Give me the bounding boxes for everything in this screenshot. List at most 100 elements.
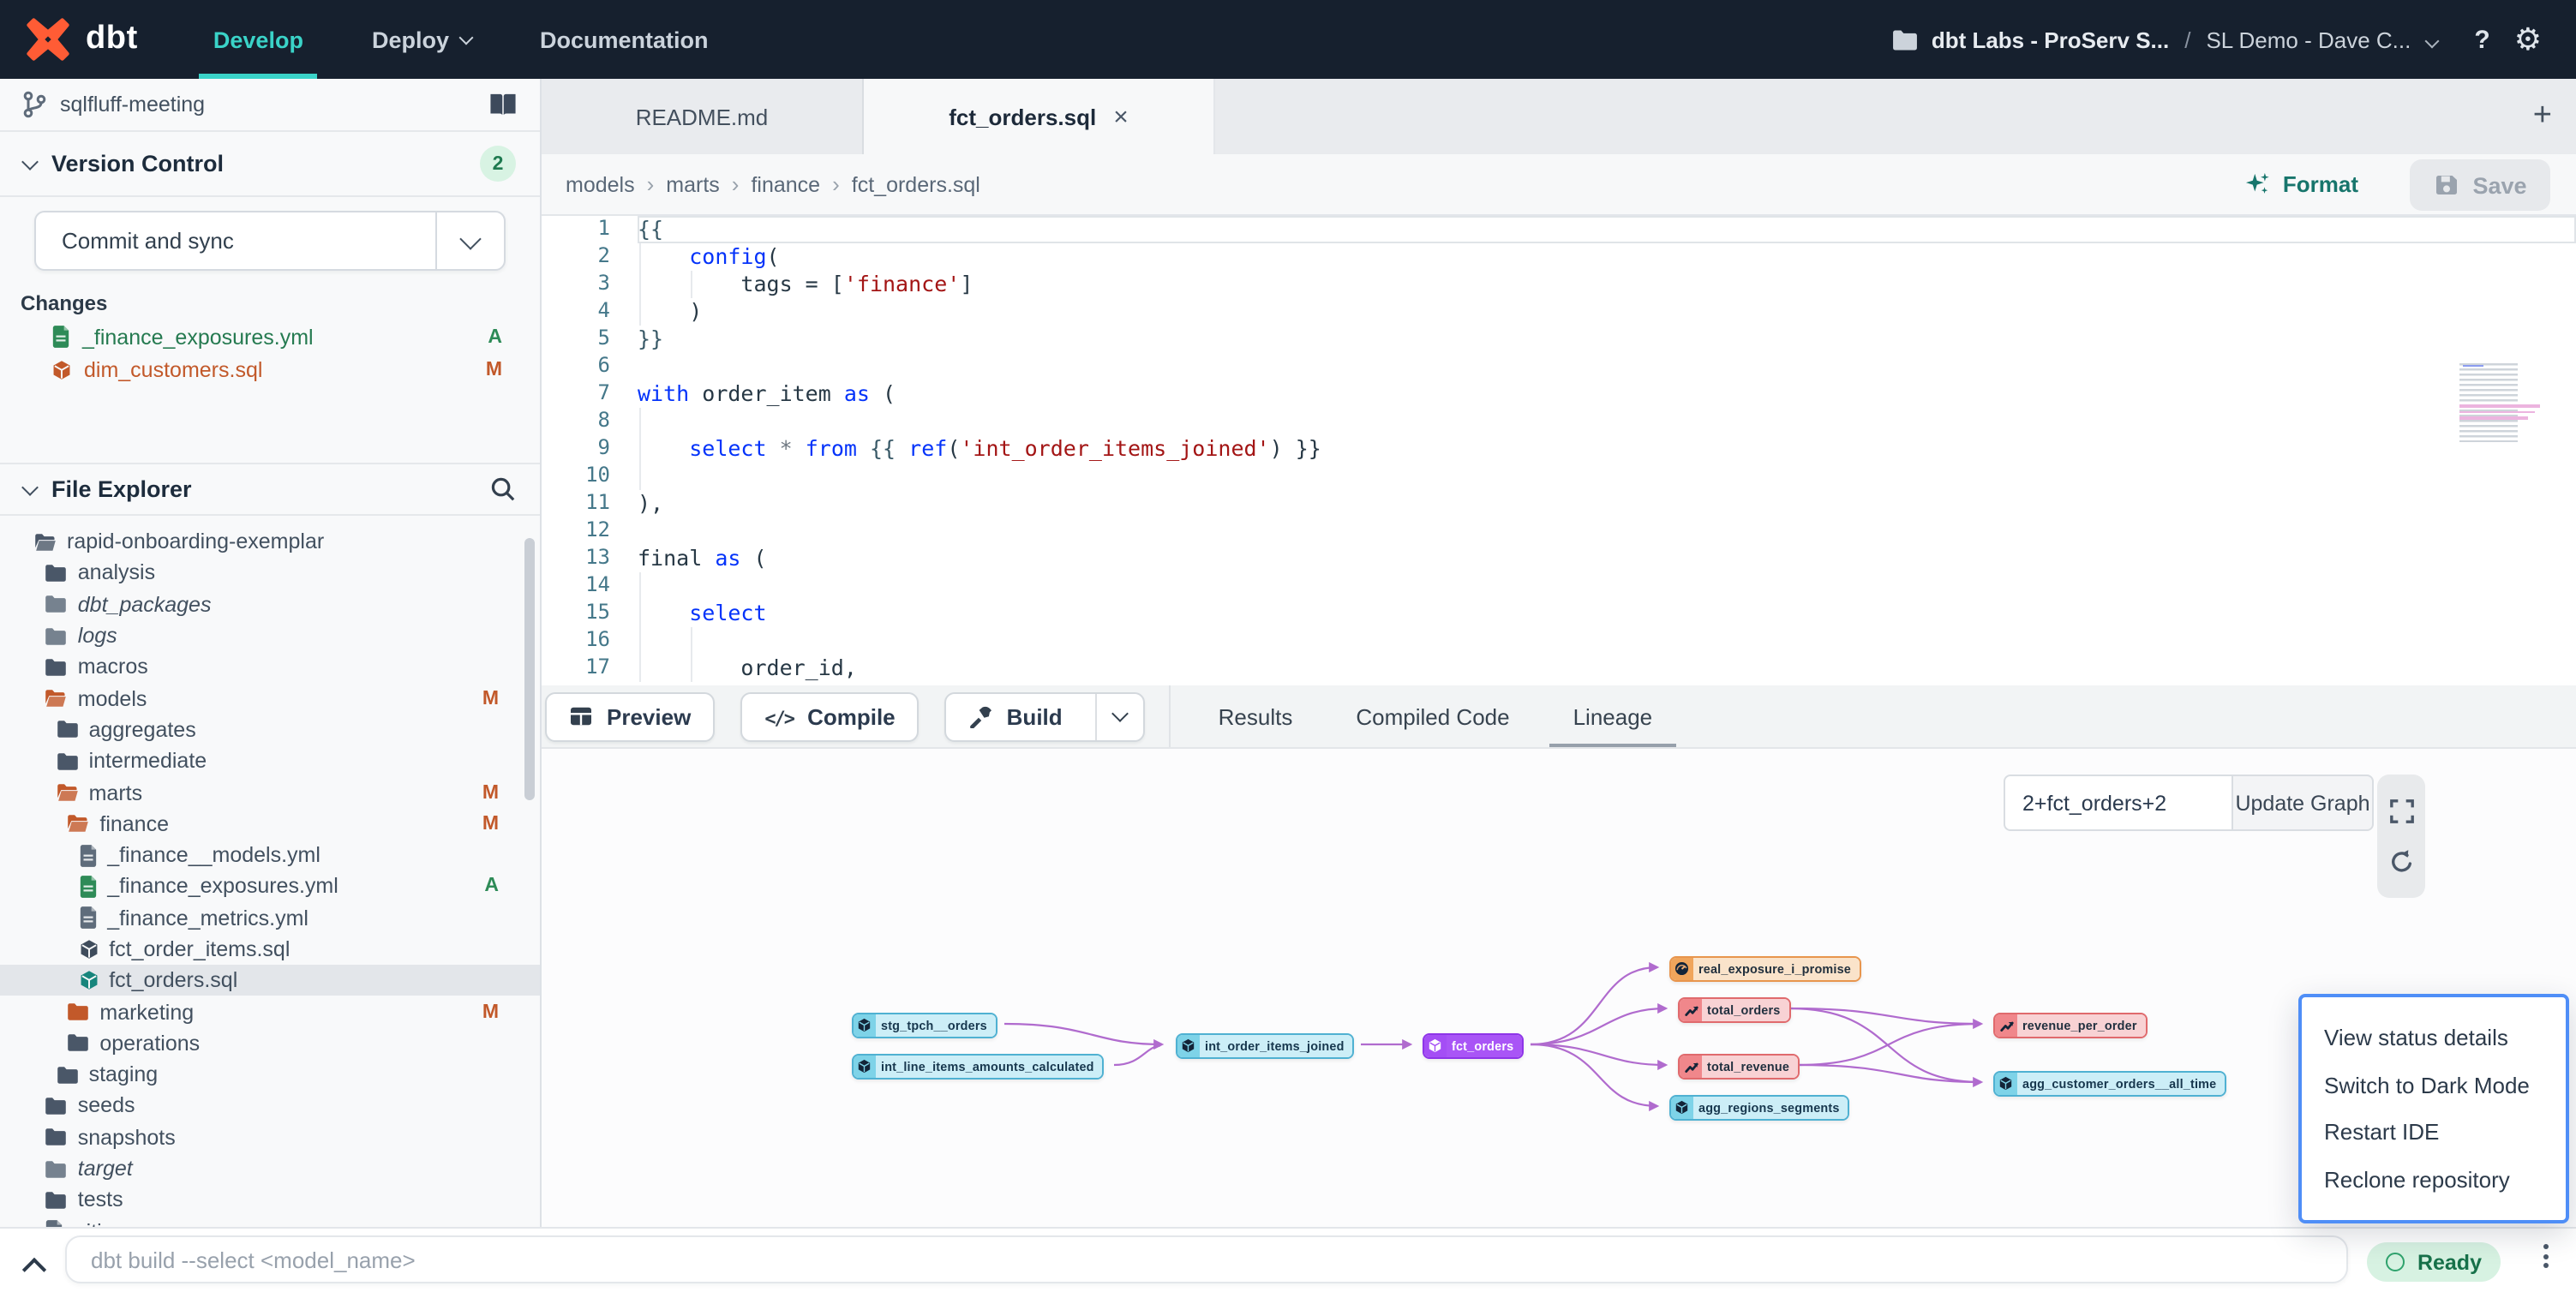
breadcrumb-segment[interactable]: fct_orders.sql	[852, 172, 980, 196]
action-button[interactable]: </> Compile	[740, 691, 919, 741]
changed-file-row[interactable]: _finance_exposures.yml A	[0, 320, 540, 353]
lineage-node[interactable]: total_orders	[1678, 997, 1791, 1023]
node-type-icon	[854, 1056, 876, 1078]
lineage-node[interactable]: int_order_items_joined	[1176, 1033, 1355, 1059]
lineage-node[interactable]: revenue_per_order	[1993, 1013, 2148, 1038]
code-line[interactable]: 6	[542, 353, 2576, 380]
panel-tab[interactable]: Lineage	[1573, 685, 1653, 747]
help-button[interactable]: ?	[2474, 25, 2489, 54]
code-line[interactable]: 3 tags = ['finance']	[542, 271, 2576, 298]
code-line[interactable]: 9 select * from {{ ref('int_order_items_…	[542, 435, 2576, 463]
tree-item[interactable]: target	[0, 1153, 540, 1185]
code-line[interactable]: 11 ),	[542, 490, 2576, 517]
code-line[interactable]: 1 {{	[542, 216, 2576, 243]
tree-item[interactable]: aggregates	[0, 715, 540, 746]
panel-tab[interactable]: Compiled Code	[1356, 685, 1509, 747]
tree-item[interactable]: logs	[0, 620, 540, 652]
tree-item[interactable]: tests	[0, 1184, 540, 1216]
gear-icon[interactable]: ⚙	[2514, 24, 2542, 55]
tree-item[interactable]: finance M	[0, 808, 540, 840]
code-line[interactable]: 14	[542, 572, 2576, 600]
tree-item[interactable]: seeds	[0, 1091, 540, 1122]
search-icon[interactable]	[490, 476, 516, 502]
code-line[interactable]: 13 final as (	[542, 545, 2576, 572]
context-menu-item[interactable]: Reclone repository	[2302, 1167, 2566, 1193]
context-menu-item[interactable]: Restart IDE	[2302, 1120, 2566, 1145]
tree-item[interactable]: _finance_exposures.yml A	[0, 871, 540, 903]
changed-file-row[interactable]: dim_customers.sql M	[0, 353, 540, 386]
commit-and-sync-button[interactable]: Commit and sync	[34, 211, 506, 271]
tree-item[interactable]: dbt_packages	[0, 589, 540, 620]
context-menu-item[interactable]: View status details	[2302, 1025, 2566, 1050]
action-button[interactable]: Build	[945, 691, 1145, 741]
reset-view-icon[interactable]	[2388, 848, 2414, 874]
docs-book-icon[interactable]	[488, 93, 518, 117]
code-line[interactable]: 4 )	[542, 298, 2576, 326]
lineage-node[interactable]: agg_customer_orders__all_time	[1993, 1071, 2226, 1097]
tree-item[interactable]: fct_orders.sql	[0, 965, 540, 996]
lineage-node[interactable]: int_line_items_amounts_calculated	[852, 1054, 1105, 1080]
tree-item-label: models	[78, 686, 147, 710]
action-button[interactable]: Preview	[545, 691, 715, 741]
tree-item[interactable]: _finance_metrics.yml	[0, 902, 540, 934]
tree-item[interactable]: snapshots	[0, 1122, 540, 1153]
update-graph-button[interactable]: Update Graph	[2232, 775, 2374, 831]
chevron-down-icon[interactable]	[2426, 24, 2436, 55]
editor-tab[interactable]: README.md	[542, 79, 864, 154]
nav-item[interactable]: Develop	[213, 0, 303, 79]
breadcrumb-segment[interactable]: models	[566, 172, 635, 196]
tree-scrollbar[interactable]	[524, 538, 535, 800]
code-line[interactable]: 2 config(	[542, 243, 2576, 271]
lineage-node[interactable]: total_revenue	[1678, 1054, 1800, 1080]
tree-item[interactable]: fct_order_items.sql	[0, 934, 540, 966]
code-line[interactable]: 15 select	[542, 600, 2576, 627]
panel-tab[interactable]: Results	[1219, 685, 1293, 747]
version-control-header[interactable]: Version Control 2	[0, 132, 540, 197]
kebab-menu-icon[interactable]	[2543, 1244, 2549, 1268]
dbt-command-input[interactable]	[65, 1235, 2348, 1283]
tree-item[interactable]: rapid-onboarding-exemplar	[0, 526, 540, 558]
code-line[interactable]: 17 order_id,	[542, 655, 2576, 682]
format-button[interactable]: Format	[2245, 154, 2358, 214]
code-line[interactable]: 16	[542, 627, 2576, 655]
tree-item[interactable]: _finance__models.yml	[0, 840, 540, 871]
new-tab-button[interactable]: +	[2533, 79, 2552, 154]
breadcrumb-segment[interactable]: finance	[751, 172, 820, 196]
code-line[interactable]: 12	[542, 517, 2576, 545]
close-icon[interactable]: ×	[1113, 102, 1129, 131]
code-editor[interactable]: 1 {{ 2 config( 3 tags = ['finance'] 4 ) …	[542, 216, 2576, 685]
fullscreen-icon[interactable]	[2388, 799, 2414, 824]
tree-item[interactable]: operations	[0, 1028, 540, 1060]
expand-command-bar-icon[interactable]	[26, 1256, 43, 1287]
tree-item[interactable]: analysis	[0, 558, 540, 589]
tree-item[interactable]: macros	[0, 651, 540, 683]
code-line[interactable]: 8	[542, 408, 2576, 435]
context-menu-item[interactable]: Switch to Dark Mode	[2302, 1072, 2566, 1098]
tree-item[interactable]: marketing M	[0, 996, 540, 1028]
dbt-logo-icon[interactable]	[26, 17, 70, 62]
commit-options-dropdown[interactable]	[435, 212, 504, 269]
build-options-dropdown[interactable]	[1095, 693, 1143, 739]
code-line[interactable]: 7 with order_item as (	[542, 380, 2576, 408]
save-button[interactable]: Save	[2410, 159, 2550, 211]
nav-item[interactable]: Documentation	[540, 0, 709, 79]
breadcrumb-segment[interactable]: marts	[666, 172, 720, 196]
lineage-selector-input[interactable]	[2004, 775, 2232, 831]
lineage-node[interactable]: fct_orders	[1423, 1033, 1524, 1059]
editor-tab[interactable]: fct_orders.sql ×	[864, 79, 1215, 154]
status-badge[interactable]: Ready	[2368, 1242, 2501, 1282]
nav-item[interactable]: Deploy	[372, 0, 471, 79]
account-name[interactable]: dbt Labs - ProServ S...	[1932, 27, 2169, 52]
file-explorer-header[interactable]: File Explorer	[0, 463, 540, 516]
tree-item[interactable]: intermediate	[0, 745, 540, 777]
lineage-node[interactable]: agg_regions_segments	[1669, 1095, 1850, 1121]
tree-item[interactable]: staging	[0, 1059, 540, 1091]
tree-item[interactable]: marts M	[0, 777, 540, 809]
project-name[interactable]: SL Demo - Dave C...	[2206, 27, 2411, 52]
code-line[interactable]: 10	[542, 463, 2576, 490]
code-line[interactable]: 5 }}	[542, 326, 2576, 353]
lineage-node[interactable]: stg_tpch__orders	[852, 1013, 997, 1038]
lineage-node[interactable]: real_exposure_i_promise	[1669, 956, 1861, 982]
branch-name[interactable]: sqlfluff-meeting	[60, 93, 205, 117]
tree-item[interactable]: models M	[0, 683, 540, 715]
